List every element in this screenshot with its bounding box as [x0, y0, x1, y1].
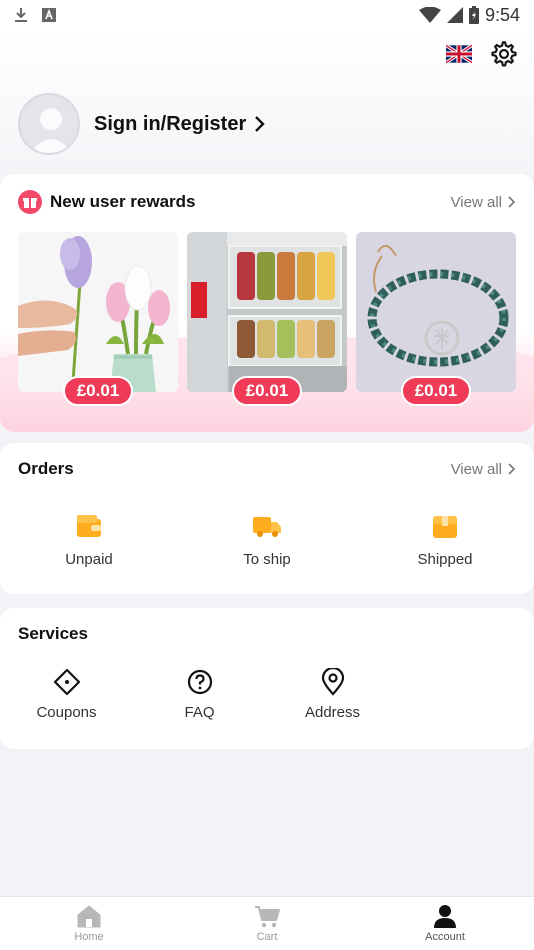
wallet-icon — [77, 515, 101, 537]
signal-icon — [446, 7, 463, 23]
nav-home-label: Home — [74, 931, 104, 943]
product-image-jar-bags[interactable] — [187, 232, 347, 392]
chevron-right-icon — [508, 463, 516, 475]
price-badge: £0.01 — [63, 376, 133, 406]
price-badge: £0.01 — [401, 376, 471, 406]
rewards-view-all-label: View all — [450, 193, 502, 211]
header-actions — [446, 40, 518, 68]
gear-icon[interactable] — [490, 40, 518, 68]
orders-view-all-link[interactable]: View all — [451, 461, 516, 478]
question-icon — [187, 669, 212, 695]
order-to-ship[interactable]: To ship — [178, 513, 356, 568]
battery-icon — [468, 6, 479, 24]
status-time: 9:54 — [484, 4, 520, 25]
chevron-right-icon — [255, 116, 265, 132]
service-faq-label: FAQ — [184, 704, 215, 721]
status-bar: 9:54 — [0, 0, 534, 30]
coupon-icon — [53, 668, 80, 696]
new-user-rewards-card: New user rewards View all £0.01 £0.01 £0… — [0, 174, 534, 432]
rewards-title-text: New user rewards — [50, 192, 196, 211]
rewards-title: New user rewards — [18, 190, 196, 214]
default-avatar-icon — [30, 108, 72, 153]
rewards-view-all-link[interactable]: View all — [451, 194, 516, 211]
avatar[interactable] — [18, 93, 80, 155]
nav-cart-label: Cart — [256, 931, 278, 943]
uk-flag-icon[interactable] — [446, 44, 472, 64]
services-title: Services — [18, 624, 88, 644]
service-coupons[interactable]: Coupons — [0, 668, 133, 721]
order-unpaid-label: Unpaid — [65, 551, 113, 568]
orders-title-text: Orders — [18, 459, 74, 478]
product-image-bracelet[interactable] — [356, 232, 516, 392]
nav-home[interactable]: Home — [0, 897, 178, 950]
person-icon — [434, 905, 456, 928]
download-icon — [15, 8, 27, 22]
order-unpaid[interactable]: Unpaid — [0, 513, 178, 568]
signin-label: Sign in/Register — [94, 112, 247, 135]
service-address-label: Address — [304, 704, 361, 721]
location-icon — [321, 668, 344, 696]
nav-account-label: Account — [425, 931, 465, 943]
orders-card: Orders View all Unpaid To ship Shipped — [0, 443, 534, 594]
nav-cart[interactable]: Cart — [178, 897, 356, 950]
orders-view-all-label: View all — [450, 460, 502, 478]
services-title-text: Services — [18, 624, 88, 643]
home-icon — [77, 905, 101, 928]
service-coupons-label: Coupons — [36, 704, 97, 721]
a-icon — [42, 8, 56, 22]
order-shipped[interactable]: Shipped — [356, 513, 534, 568]
signin-register-link[interactable]: Sign in/Register — [94, 113, 266, 136]
cart-icon — [255, 906, 280, 928]
wifi-icon — [418, 7, 441, 23]
nav-account[interactable]: Account — [356, 897, 534, 950]
truck-icon — [253, 517, 281, 537]
gift-icon — [18, 190, 42, 214]
profile-row[interactable]: Sign in/Register — [18, 93, 266, 155]
order-shipped-label: Shipped — [417, 551, 473, 568]
orders-title: Orders — [18, 459, 74, 479]
service-address[interactable]: Address — [266, 668, 399, 721]
order-to-ship-label: To ship — [243, 551, 291, 568]
services-card: Services Coupons FAQ Address — [0, 608, 534, 749]
reward-products: £0.01 £0.01 £0.01 — [18, 232, 516, 406]
product-image-felt-flowers[interactable] — [18, 232, 178, 392]
bottom-nav: Home Cart Account — [0, 896, 534, 950]
chevron-right-icon — [508, 196, 516, 208]
price-badge: £0.01 — [232, 376, 302, 406]
service-faq[interactable]: FAQ — [133, 668, 266, 721]
box-icon — [433, 516, 457, 538]
